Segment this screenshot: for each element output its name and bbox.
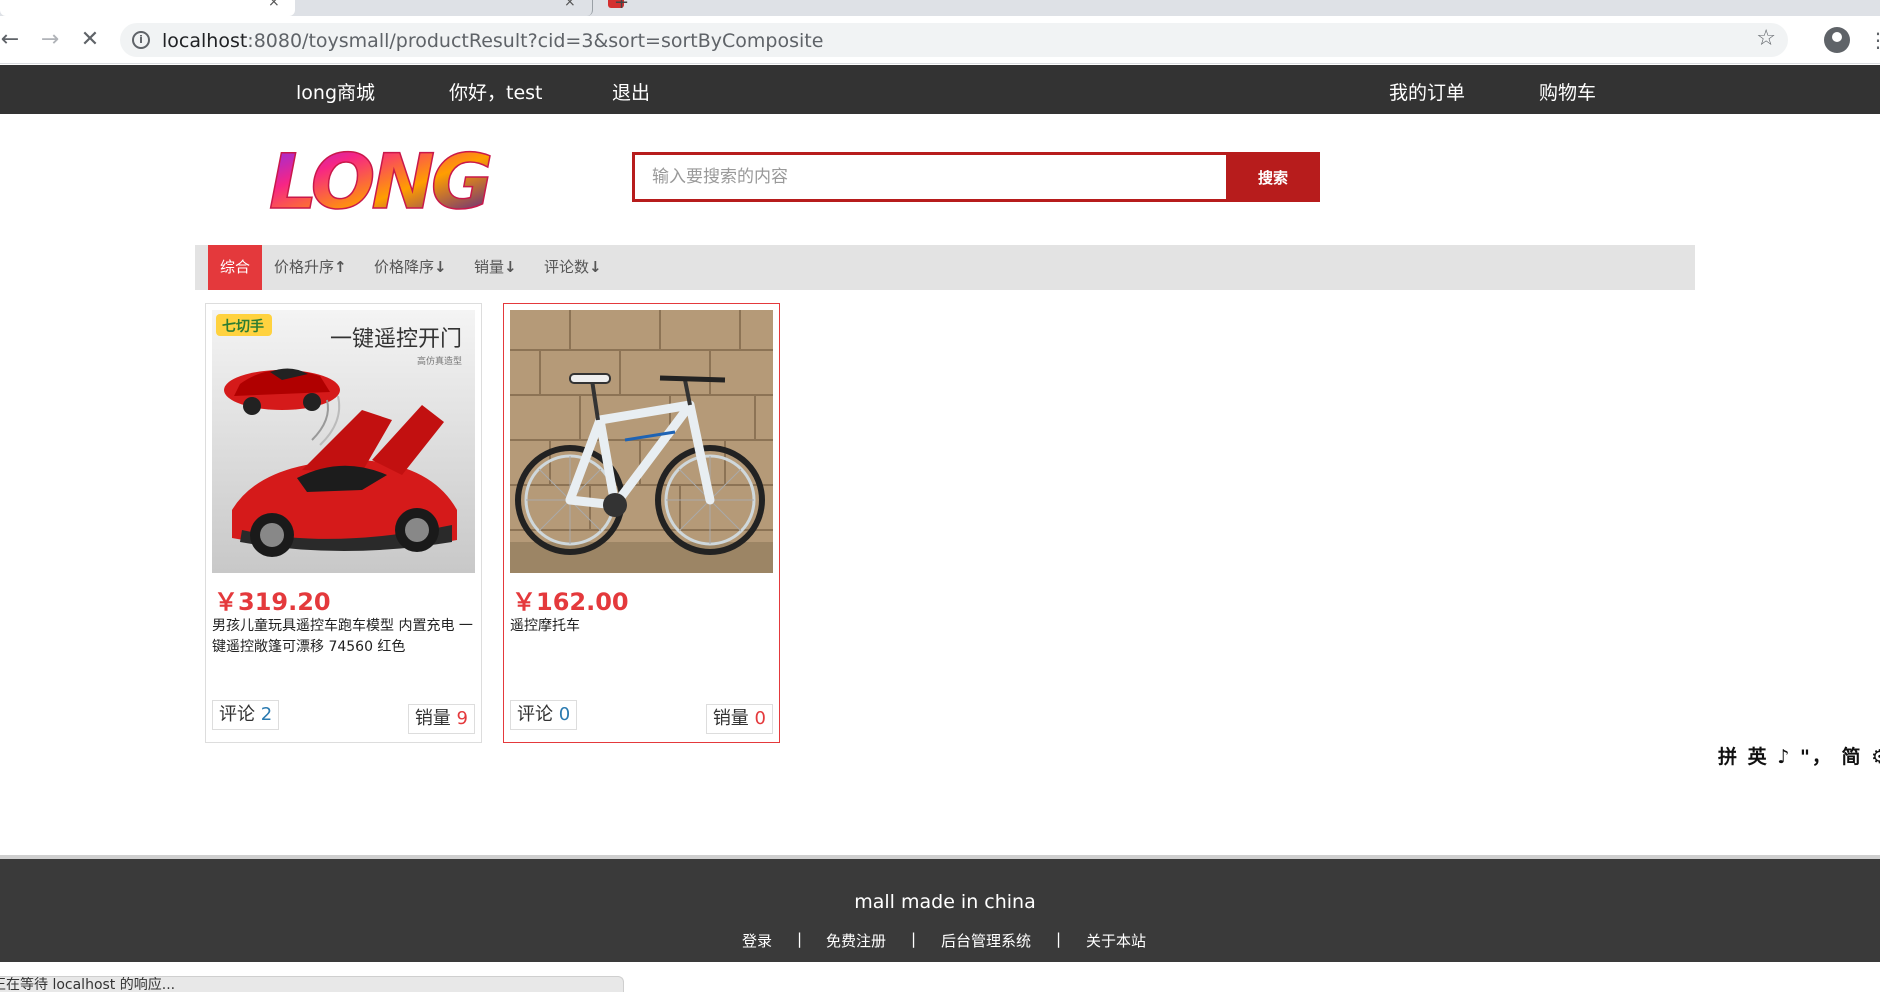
url-path: :8080/toysmall/productResult?cid=3&sort=… (247, 30, 824, 52)
browser-tabstrip: × × + (0, 0, 1880, 16)
sort-sales[interactable]: 销量↓ (474, 245, 517, 290)
browser-toolbar: ← → ✕ i localhost:8080/toysmall/productR… (0, 16, 1880, 64)
sales-count-badge: 销量 0 (705, 704, 773, 734)
browser-tab-active[interactable]: × (0, 0, 295, 16)
shopping-cart-link[interactable]: 购物车 (1539, 78, 1596, 105)
logo-text: LONG (269, 137, 491, 220)
comment-label: 评论 (219, 704, 255, 725)
my-orders-link[interactable]: 我的订单 (1389, 78, 1465, 105)
profile-avatar-icon[interactable] (1824, 27, 1850, 53)
sort-price-asc[interactable]: 价格升序↑ (274, 245, 347, 290)
brand-link[interactable]: long商城 (296, 78, 375, 105)
comment-count: 0 (558, 704, 571, 725)
browser-menu-icon[interactable]: ⋮ (1868, 28, 1880, 52)
product-price: ￥162.00 (512, 588, 629, 616)
down-arrow-icon: ↓ (434, 258, 447, 276)
footer-about-link[interactable]: 关于本站 (1086, 930, 1146, 951)
search-bar: 搜索 (632, 152, 1320, 202)
product-title[interactable]: 遥控摩托车 (510, 616, 775, 637)
comment-count: 2 (260, 704, 273, 725)
footer-login-link[interactable]: 登录 (742, 930, 772, 951)
sort-bar: 综合 价格升序↑ 价格降序↓ 销量↓ 评论数↓ (195, 245, 1695, 290)
sales-count-badge: 销量 9 (407, 704, 475, 734)
site-footer: mall made in china 登录 | 免费注册 | 后台管理系统 | … (0, 859, 1880, 962)
ime-toolbar[interactable]: 拼 英 ♪ "， 简 ⚙ (1718, 742, 1880, 768)
footer-separator: | (797, 930, 803, 948)
sort-price-asc-label: 价格升序 (274, 258, 335, 276)
footer-title: mall made in china (854, 891, 1036, 913)
comment-count-badge: 评论 2 (212, 700, 280, 730)
sort-comments-label: 评论数 (544, 258, 590, 276)
user-greeting: 你好，test (449, 82, 543, 104)
footer-separator: | (911, 930, 917, 948)
sort-price-desc-label: 价格降序 (374, 258, 435, 276)
product-image-rc-car[interactable]: 七切手 一键遥控开门 高仿真造型 (212, 310, 475, 573)
site-top-nav: long商城 你好，test 退出 我的订单 购物车 (0, 65, 1880, 114)
comment-count-badge: 评论 0 (510, 700, 578, 730)
footer-separator: | (1056, 930, 1062, 948)
close-icon[interactable]: × (564, 0, 576, 10)
new-tab-icon[interactable]: + (614, 0, 629, 13)
product-card[interactable]: ￥162.00 遥控摩托车 评论 0 销量 0 (503, 303, 780, 743)
search-button[interactable]: 搜索 (1226, 152, 1320, 202)
address-bar[interactable]: i localhost:8080/toysmall/productResult?… (120, 23, 1788, 57)
info-icon[interactable]: i (132, 31, 150, 49)
forward-arrow-icon[interactable]: → (36, 26, 64, 54)
image-brand-text: 七切手 (222, 318, 264, 335)
down-arrow-icon: ↓ (589, 258, 602, 276)
product-card[interactable]: 七切手 一键遥控开门 高仿真造型 ￥319.20 男孩儿童玩具遥控车跑车模型 内… (205, 303, 482, 743)
close-icon[interactable]: × (268, 0, 280, 10)
sales-label: 销量 (414, 708, 451, 729)
product-title[interactable]: 男孩儿童玩具遥控车跑车模型 内置充电 一键遥控敞篷可漂移 74560 红色 (212, 616, 477, 658)
url-text[interactable]: localhost:8080/toysmall/productResult?ci… (162, 30, 823, 52)
bookmark-star-icon[interactable]: ☆ (1756, 26, 1776, 51)
up-arrow-icon: ↑ (334, 258, 347, 276)
image-caption: 一键遥控开门 (330, 327, 462, 352)
footer-admin-link[interactable]: 后台管理系统 (941, 930, 1031, 951)
comment-label: 评论 (517, 704, 553, 725)
search-input[interactable] (632, 152, 1226, 202)
image-subcaption: 高仿真造型 (417, 355, 462, 367)
down-arrow-icon: ↓ (504, 258, 517, 276)
browser-status-bubble: 正在等待 localhost 的响应... (0, 976, 624, 992)
status-text: 正在等待 localhost 的响应... (0, 977, 176, 992)
logout-link[interactable]: 退出 (612, 78, 650, 105)
product-price: ￥319.20 (214, 588, 331, 616)
sort-sales-label: 销量 (474, 258, 505, 276)
stop-loading-icon[interactable]: ✕ (76, 26, 104, 54)
footer-register-link[interactable]: 免费注册 (826, 930, 886, 951)
product-image-bicycle[interactable] (510, 310, 773, 573)
sales-count: 9 (456, 708, 468, 729)
sales-count: 0 (754, 708, 766, 729)
sort-price-desc[interactable]: 价格降序↓ (374, 245, 447, 290)
sort-composite[interactable]: 综合 (208, 245, 262, 290)
sales-label: 销量 (712, 708, 749, 729)
sort-comments[interactable]: 评论数↓ (544, 245, 602, 290)
back-arrow-icon[interactable]: ← (0, 26, 24, 54)
url-host: localhost (162, 30, 248, 52)
browser-tab[interactable]: × (298, 0, 624, 16)
site-logo[interactable]: LONG (265, 136, 495, 227)
